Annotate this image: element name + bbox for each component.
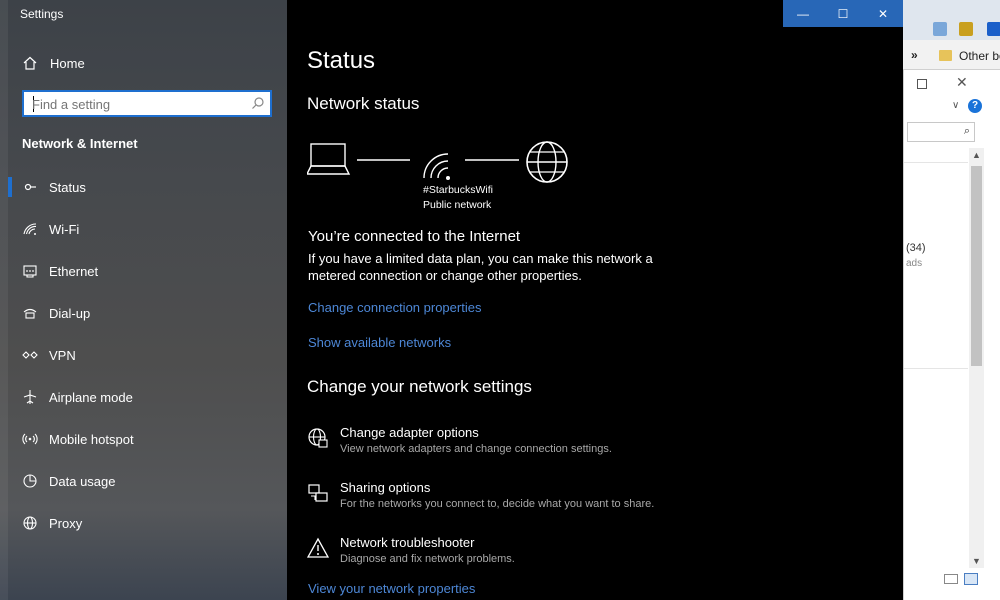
hotspot-icon — [22, 433, 38, 445]
large-icons-view-icon[interactable] — [964, 573, 978, 585]
change-connection-properties-link[interactable]: Change connection properties — [308, 300, 481, 315]
bookmark-folder-other[interactable]: Other bo — [959, 49, 1000, 63]
sidebar: Settings Home Network & Internet — [0, 0, 287, 600]
sidebar-item-wifi[interactable]: Wi-Fi — [0, 208, 287, 250]
search-setting[interactable] — [22, 90, 272, 117]
sidebar-item-label: Dial-up — [49, 305, 91, 321]
view-network-properties-link[interactable]: View your network properties — [308, 581, 475, 596]
sidebar-item-vpn[interactable]: VPN — [0, 334, 287, 376]
explorer-close-button[interactable]: ✕ — [956, 74, 968, 91]
search-icon[interactable] — [251, 96, 265, 110]
sidebar-item-airplane[interactable]: Airplane mode — [0, 376, 287, 418]
network-troubleshooter-item[interactable]: Network troubleshooter Diagnose and fix … — [307, 535, 807, 575]
sidebar-item-dialup[interactable]: Dial-up — [0, 292, 287, 334]
show-available-networks-link[interactable]: Show available networks — [308, 335, 451, 350]
home-icon — [23, 56, 37, 70]
scroll-down-icon[interactable]: ▼ — [972, 556, 981, 566]
network-diagram: #StarbucksWifi Public network — [307, 138, 577, 218]
sidebar-item-status[interactable]: Status — [0, 166, 287, 208]
change-settings-heading: Change your network settings — [307, 377, 532, 396]
warning-icon — [307, 537, 329, 558]
divider — [904, 162, 968, 163]
search-icon: ⌕ — [963, 125, 970, 137]
option-title: Change adapter options — [340, 425, 479, 440]
vpn-icon — [22, 351, 38, 359]
scroll-up-icon[interactable]: ▲ — [972, 150, 981, 160]
data-usage-icon — [23, 474, 37, 488]
sharing-icon — [308, 484, 328, 502]
network-name: #StarbucksWifi — [423, 184, 494, 196]
section-title: Network & Internet — [22, 136, 138, 151]
background-browser-toolbar — [903, 0, 1000, 40]
adapter-icon — [308, 428, 328, 448]
explorer-scrollbar[interactable]: ▲ ▼ — [969, 148, 984, 568]
explorer-maximize-button[interactable] — [917, 79, 927, 89]
sidebar-item-label: Wi-Fi — [49, 221, 80, 237]
settings-window: Settings Home Network & Internet — [0, 0, 903, 600]
sidebar-item-data-usage[interactable]: Data usage — [0, 460, 287, 502]
wifi-icon — [23, 223, 37, 235]
connection-status-heading: You’re connected to the Internet — [308, 228, 521, 245]
dialup-icon — [23, 308, 37, 319]
sidebar-item-label: Mobile hotspot — [49, 431, 134, 447]
network-type: Public network — [423, 199, 492, 211]
sidebar-item-label: Data usage — [49, 473, 116, 489]
window-controls: — ☐ ✕ — [783, 0, 903, 27]
explorer-search-input[interactable]: ⌕ — [907, 122, 975, 142]
minimize-button[interactable]: — — [783, 0, 823, 27]
explorer-item-count: (34) — [906, 242, 926, 254]
chevron-down-icon[interactable]: ∨ — [952, 100, 959, 111]
maximize-button[interactable]: ☐ — [823, 0, 863, 27]
change-adapter-options-item[interactable]: Change adapter options View network adap… — [307, 425, 807, 465]
search-input[interactable] — [32, 95, 242, 113]
option-subtitle: View network adapters and change connect… — [340, 443, 612, 455]
close-button[interactable]: ✕ — [863, 0, 903, 27]
nav-list: Status Wi-Fi Ethernet Dial-up VPN Airpla… — [0, 166, 287, 544]
airplane-icon — [23, 390, 37, 404]
bookmarks-overflow-chevron[interactable]: » — [911, 48, 918, 62]
ethernet-icon — [23, 265, 37, 278]
globe-icon — [526, 141, 568, 183]
sidebar-item-label: VPN — [49, 347, 76, 363]
sidebar-item-ethernet[interactable]: Ethernet — [0, 250, 287, 292]
nav-home-label: Home — [50, 55, 85, 71]
sharing-options-item[interactable]: Sharing options For the networks you con… — [307, 480, 807, 520]
extension-icon-2[interactable] — [959, 22, 973, 36]
divider — [904, 368, 968, 369]
nav-home[interactable]: Home — [22, 52, 85, 74]
option-title: Network troubleshooter — [340, 535, 475, 550]
page-title: Status — [307, 47, 376, 74]
status-icon — [24, 183, 36, 191]
proxy-icon — [23, 516, 37, 530]
sidebar-item-label: Ethernet — [49, 263, 99, 279]
option-title: Sharing options — [340, 480, 431, 495]
background-explorer-window: ✕ ∨ ? ⌕ (34) ads ▲ ▼ — [903, 70, 1000, 600]
sidebar-item-proxy[interactable]: Proxy — [0, 502, 287, 544]
info-extension-icon[interactable] — [987, 22, 1000, 36]
explorer-item-subtext: ads — [906, 258, 923, 269]
sidebar-item-label: Airplane mode — [49, 389, 133, 405]
laptop-icon — [307, 143, 351, 175]
extension-icon[interactable] — [933, 22, 947, 36]
connection-description: If you have a limited data plan, you can… — [308, 251, 653, 283]
help-icon[interactable]: ? — [968, 99, 982, 113]
app-title: Settings — [20, 7, 64, 21]
main-content: Status Network status #StarbucksWifi Pub… — [287, 0, 903, 600]
network-status-heading: Network status — [307, 94, 420, 113]
folder-icon — [939, 50, 952, 61]
sidebar-item-label: Proxy — [49, 515, 83, 531]
sidebar-item-hotspot[interactable]: Mobile hotspot — [0, 418, 287, 460]
background-bookmarks-bar: » Other bo — [903, 40, 1000, 70]
option-subtitle: Diagnose and fix network problems. — [340, 553, 515, 565]
sidebar-item-label: Status — [49, 179, 86, 195]
details-view-icon[interactable] — [944, 574, 958, 584]
scrollbar-thumb[interactable] — [971, 166, 982, 366]
wifi-signal-icon — [423, 153, 450, 180]
option-subtitle: For the networks you connect to, decide … — [340, 498, 655, 510]
